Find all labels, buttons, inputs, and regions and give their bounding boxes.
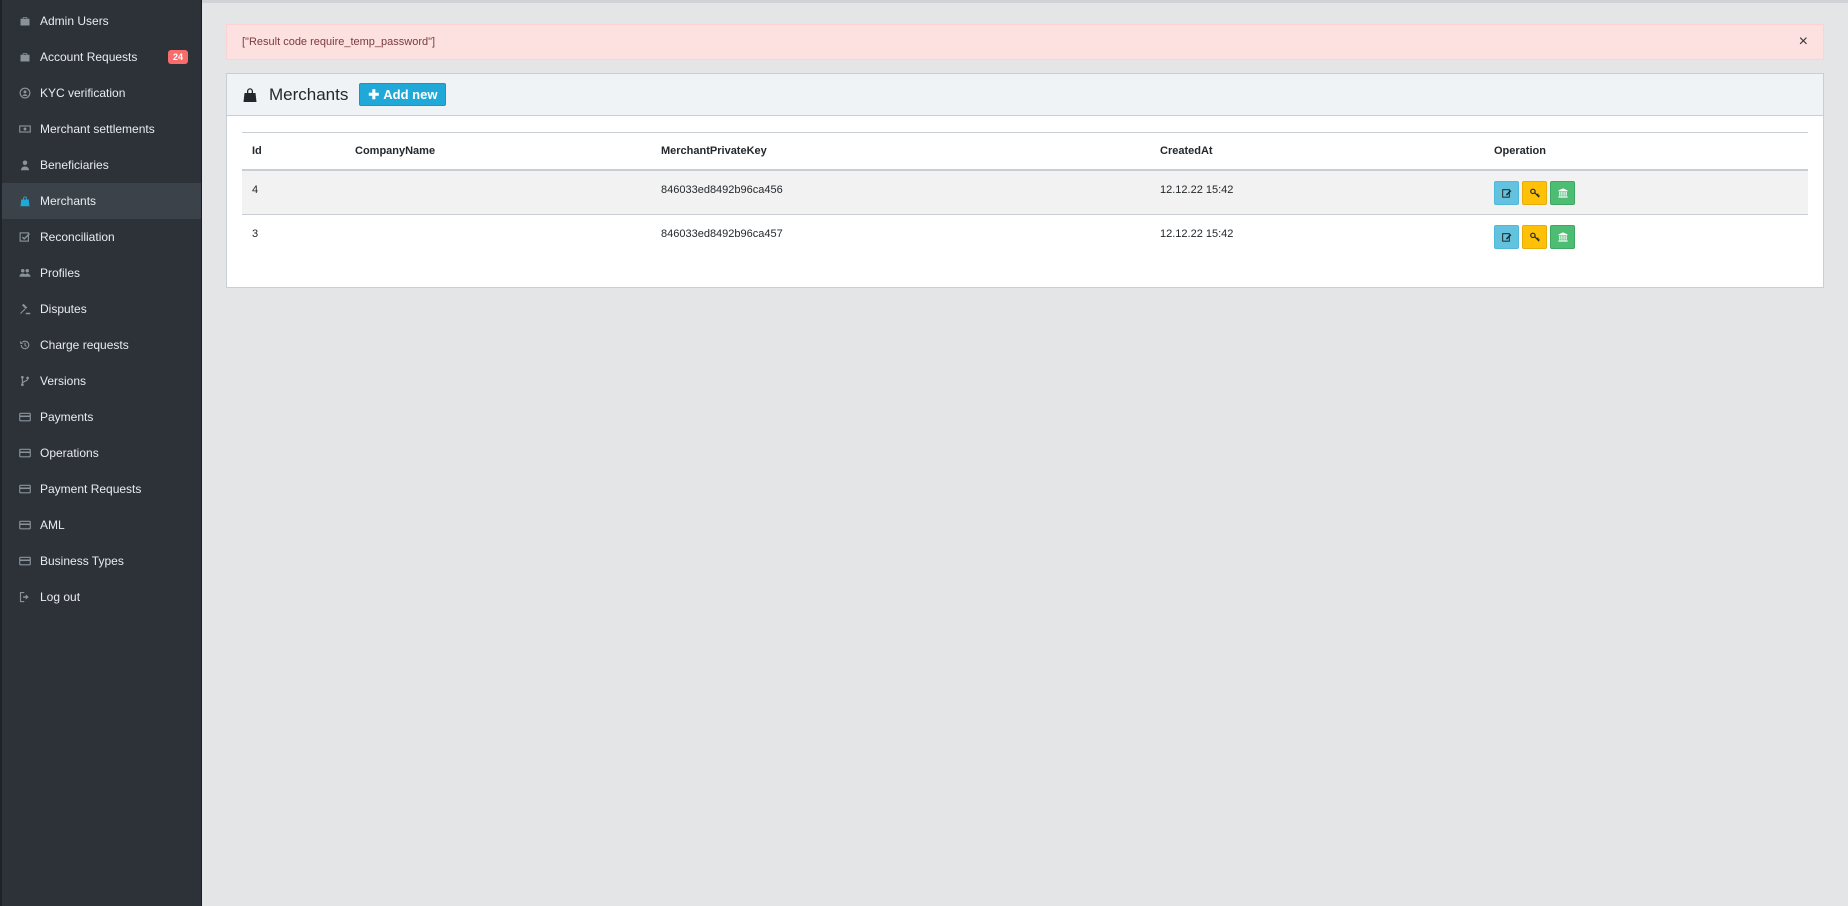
sidebar-item-profiles[interactable]: Profiles	[2, 255, 201, 291]
sidebar-item-label: Log out	[40, 590, 81, 604]
users-icon	[18, 266, 32, 280]
sidebar-item-payment-requests[interactable]: Payment Requests	[2, 471, 201, 507]
sidebar-item-label: Payment Requests	[40, 482, 142, 496]
column-header-company-name: CompanyName	[345, 132, 651, 171]
credit-card-icon	[18, 482, 32, 496]
row-operations	[1494, 224, 1798, 249]
add-new-label: Add new	[383, 87, 438, 102]
cell-created-at: 12.12.22 15:42	[1150, 170, 1484, 215]
bank-icon	[1557, 187, 1568, 198]
error-alert: ["Result code require_temp_password"] ×	[226, 24, 1824, 60]
gavel-icon	[18, 302, 32, 316]
edit-icon	[1501, 232, 1511, 242]
card-header: Merchants ✚ Add new	[227, 74, 1823, 116]
sidebar-item-label: Operations	[40, 446, 99, 460]
account-requests-badge: 24	[167, 50, 188, 64]
briefcase-icon	[18, 14, 32, 28]
cell-id: 3	[252, 227, 259, 240]
sidebar-item-label: Admin Users	[40, 14, 109, 28]
merchants-card: Merchants ✚ Add new Id CompanyName Merch…	[226, 73, 1824, 288]
sidebar-item-label: Profiles	[40, 266, 81, 280]
sidebar-item-label: AML	[40, 518, 65, 532]
sidebar-item-charge-requests[interactable]: Charge requests	[2, 327, 201, 363]
credit-card-icon	[18, 446, 32, 460]
bank-icon	[1557, 231, 1568, 242]
sidebar-item-merchant-settlements[interactable]: Merchant settlements	[2, 111, 201, 147]
merchants-table: Id CompanyName MerchantPrivateKey Create…	[242, 132, 1808, 258]
table-header-row: Id CompanyName MerchantPrivateKey Create…	[242, 132, 1808, 171]
sidebar-item-label: KYC verification	[40, 86, 126, 100]
cell-created-at: 12.12.22 15:42	[1160, 227, 1234, 240]
cell-merchant-private-key: 846033ed8492b96ca457	[661, 227, 783, 240]
sidebar-item-label: Beneficiaries	[40, 158, 109, 172]
user-circle-icon	[18, 86, 32, 100]
cell-id: 4	[242, 170, 345, 215]
sidebar-nav: Admin Users Account Requests 24 KYC veri…	[2, 0, 201, 615]
bank-button[interactable]	[1550, 224, 1575, 249]
edit-icon	[1501, 188, 1511, 198]
key-icon	[1529, 188, 1540, 198]
sidebar-item-operations[interactable]: Operations	[2, 435, 201, 471]
page-title: Merchants	[269, 84, 349, 104]
shopping-bag-icon	[242, 87, 258, 103]
shopping-bag-icon	[18, 194, 32, 208]
cell-company-name	[345, 215, 651, 259]
column-header-operation: Operation	[1484, 132, 1808, 171]
key-button[interactable]	[1522, 224, 1547, 249]
sidebar-item-label: Merchant settlements	[40, 122, 155, 136]
column-header-id: Id	[242, 132, 345, 171]
sidebar: Admin Users Account Requests 24 KYC veri…	[0, 0, 202, 906]
sidebar-item-disputes[interactable]: Disputes	[2, 291, 201, 327]
sidebar-item-kyc-verification[interactable]: KYC verification	[2, 75, 201, 111]
alert-message: ["Result code require_temp_password"]	[242, 36, 436, 48]
sidebar-item-log-out[interactable]: Log out	[2, 579, 201, 615]
close-icon[interactable]: ×	[1799, 34, 1808, 50]
column-header-created-at: CreatedAt	[1150, 132, 1484, 171]
sidebar-item-merchants[interactable]: Merchants	[2, 183, 201, 219]
sidebar-item-versions[interactable]: Versions	[2, 363, 201, 399]
sidebar-item-label: Payments	[40, 410, 94, 424]
cell-operation	[1484, 215, 1808, 259]
sidebar-item-label: Charge requests	[40, 338, 129, 352]
user-icon	[18, 158, 32, 172]
sidebar-item-label: Account Requests	[40, 50, 138, 64]
credit-card-icon	[18, 518, 32, 532]
sidebar-item-account-requests[interactable]: Account Requests 24	[2, 39, 201, 75]
money-icon	[18, 122, 32, 136]
main-content: ["Result code require_temp_password"] × …	[202, 0, 1848, 906]
key-icon	[1529, 232, 1540, 242]
credit-card-icon	[18, 410, 32, 424]
sidebar-item-reconciliation[interactable]: Reconciliation	[2, 219, 201, 255]
table-row: 4 846033ed8492b96ca456 12.12.22 15:42	[242, 170, 1808, 215]
row-operations	[1494, 180, 1798, 205]
sidebar-item-admin-users[interactable]: Admin Users	[2, 3, 201, 39]
cell-operation	[1484, 170, 1808, 215]
key-button[interactable]	[1522, 180, 1547, 205]
cell-company-name	[345, 170, 651, 215]
sidebar-item-label: Versions	[40, 374, 87, 388]
credit-card-icon	[18, 554, 32, 568]
sidebar-item-business-types[interactable]: Business Types	[2, 543, 201, 579]
sidebar-item-beneficiaries[interactable]: Beneficiaries	[2, 147, 201, 183]
sidebar-item-label: Disputes	[40, 302, 87, 316]
sign-out-icon	[18, 590, 32, 604]
history-icon	[18, 338, 32, 352]
column-header-merchant-private-key: MerchantPrivateKey	[651, 132, 1150, 171]
cell-merchant-private-key: 846033ed8492b96ca456	[651, 170, 1150, 215]
add-new-button[interactable]: ✚ Add new	[359, 83, 447, 106]
edit-button[interactable]	[1494, 224, 1519, 249]
check-square-icon	[18, 230, 32, 244]
edit-button[interactable]	[1494, 180, 1519, 205]
sidebar-item-label: Reconciliation	[40, 230, 115, 244]
merchants-table-wrap: Id CompanyName MerchantPrivateKey Create…	[242, 132, 1808, 258]
sidebar-item-label: Business Types	[40, 554, 124, 568]
briefcase-icon	[18, 50, 32, 64]
table-row: 3 846033ed8492b96ca457 12.12.22 15:42	[242, 215, 1808, 259]
bank-button[interactable]	[1550, 180, 1575, 205]
sidebar-item-aml[interactable]: AML	[2, 507, 201, 543]
code-branch-icon	[18, 374, 32, 388]
sidebar-item-payments[interactable]: Payments	[2, 399, 201, 435]
plus-icon: ✚	[368, 86, 380, 102]
sidebar-item-label: Merchants	[40, 194, 97, 208]
